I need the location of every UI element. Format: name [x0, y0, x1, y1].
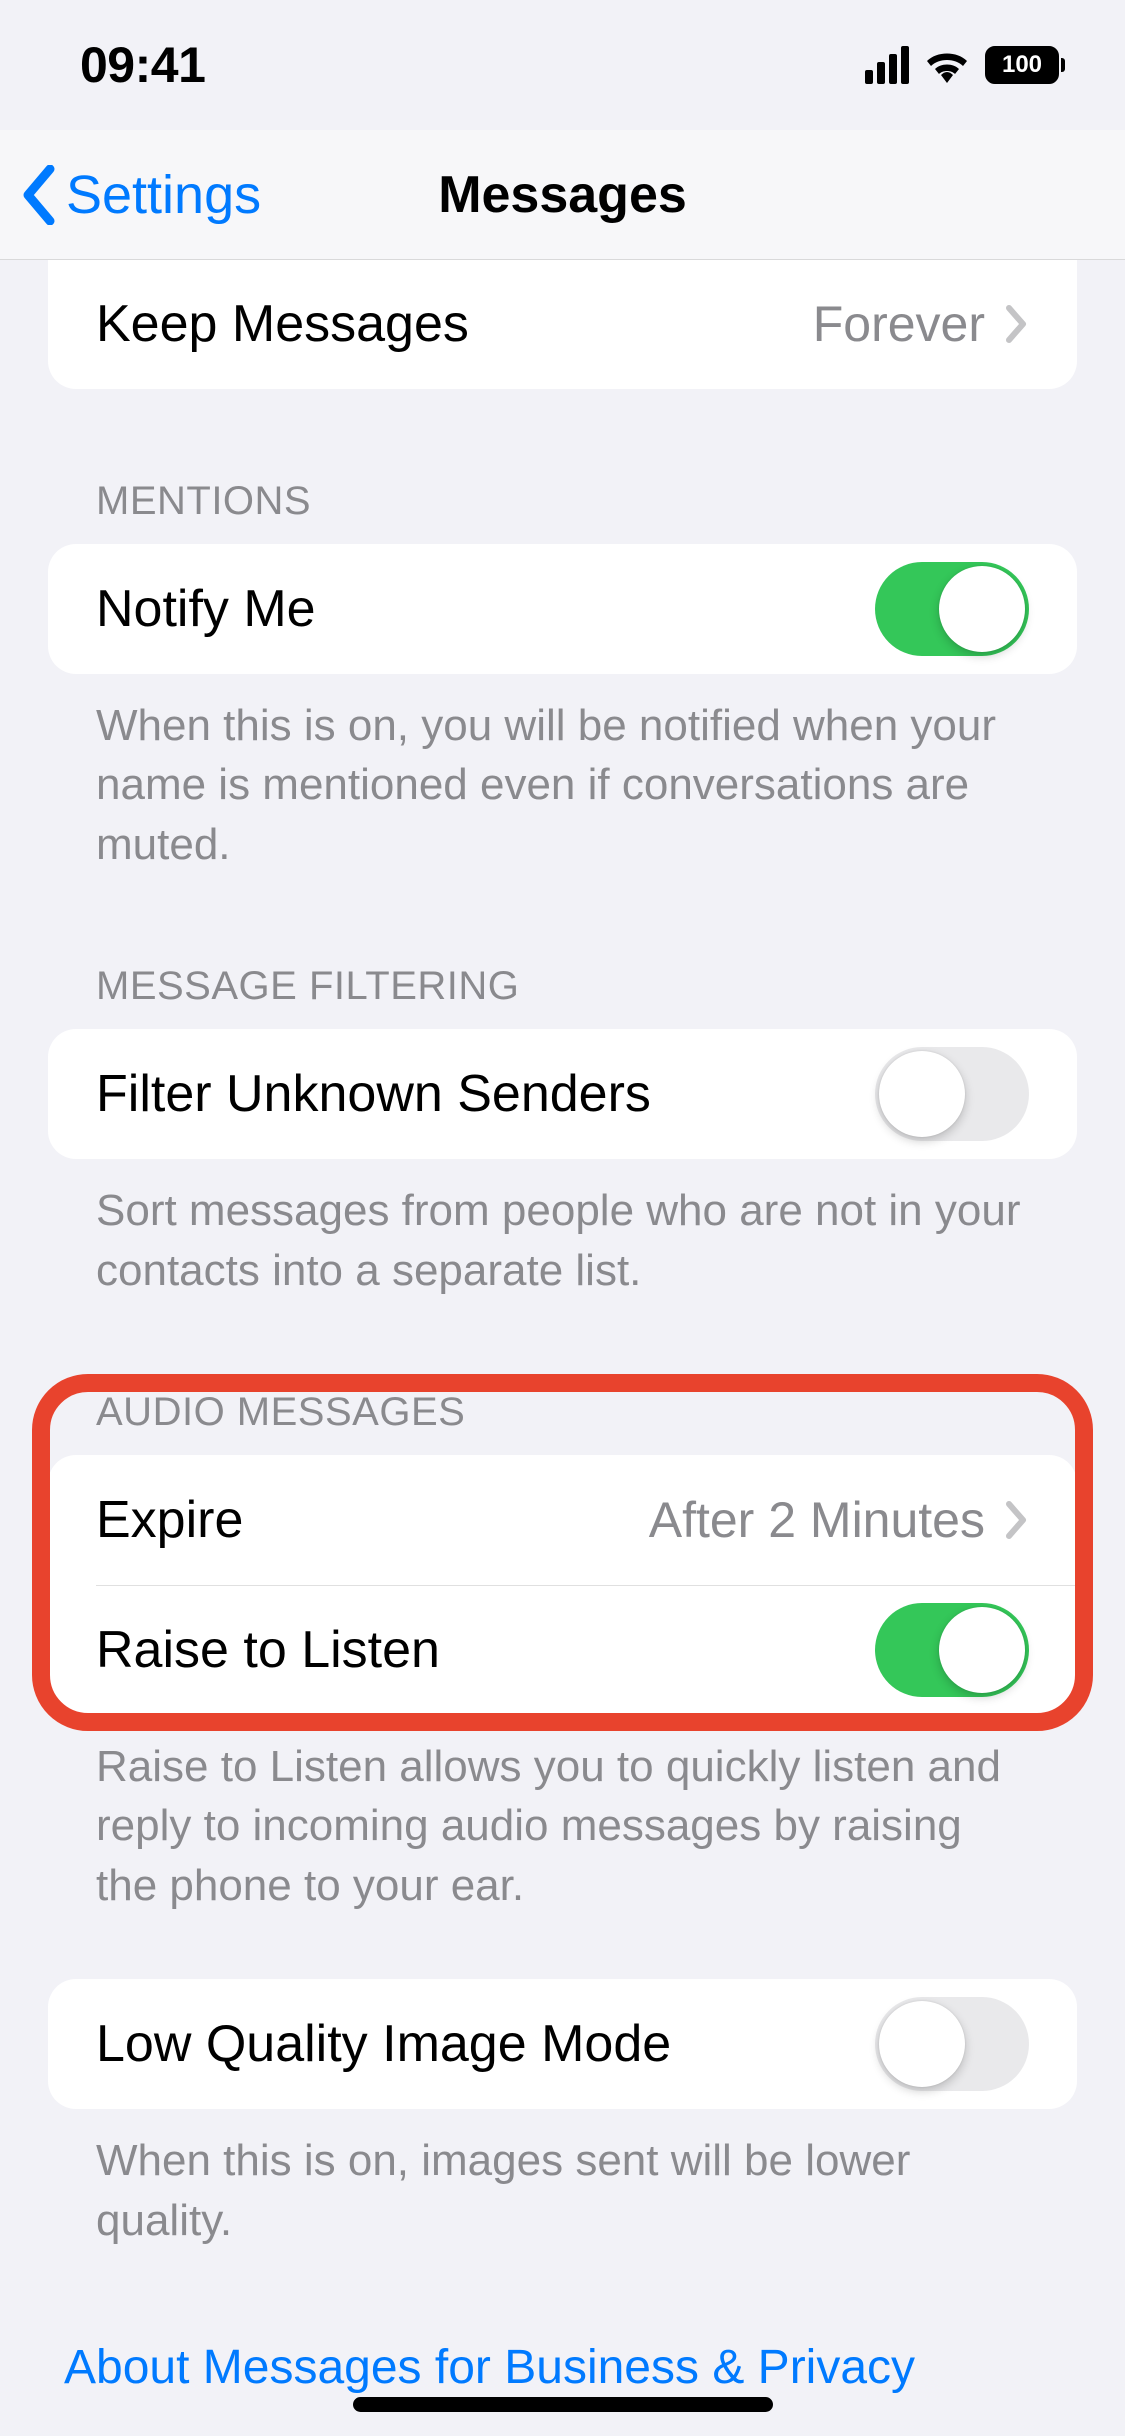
low-quality-footer: When this is on, images sent will be low…	[48, 2131, 1077, 2250]
filter-unknown-toggle[interactable]	[875, 1047, 1029, 1141]
filter-unknown-label: Filter Unknown Senders	[96, 1064, 651, 1124]
chevron-right-icon	[1005, 1500, 1029, 1540]
audio-header: AUDIO MESSAGES	[48, 1390, 1077, 1435]
navigation-bar: Settings Messages	[0, 130, 1125, 260]
chevron-right-icon	[1005, 304, 1029, 344]
filtering-header: MESSAGE FILTERING	[48, 964, 1077, 1009]
keep-messages-group: Keep Messages Forever	[48, 259, 1077, 389]
status-time: 09:41	[80, 36, 205, 94]
filtering-group: Filter Unknown Senders	[48, 1029, 1077, 1159]
expire-value: After 2 Minutes	[649, 1491, 985, 1549]
page-title: Messages	[438, 165, 687, 225]
home-indicator[interactable]	[353, 2397, 773, 2412]
wifi-icon	[923, 47, 971, 83]
chevron-left-icon	[20, 165, 56, 225]
filter-unknown-row[interactable]: Filter Unknown Senders	[48, 1029, 1077, 1159]
battery-level: 100	[1002, 51, 1042, 79]
audio-group: Expire After 2 Minutes Raise to Listen	[48, 1455, 1077, 1715]
raise-to-listen-label: Raise to Listen	[96, 1620, 440, 1680]
raise-to-listen-row[interactable]: Raise to Listen	[48, 1585, 1077, 1715]
filtering-footer: Sort messages from people who are not in…	[48, 1181, 1077, 1300]
battery-icon: 100	[985, 46, 1065, 84]
keep-messages-label: Keep Messages	[96, 294, 469, 354]
status-indicators: 100	[865, 46, 1065, 84]
keep-messages-value: Forever	[813, 295, 985, 353]
low-quality-row[interactable]: Low Quality Image Mode	[48, 1979, 1077, 2109]
low-quality-toggle[interactable]	[875, 1997, 1029, 2091]
expire-label: Expire	[96, 1490, 243, 1550]
mentions-group: Notify Me	[48, 544, 1077, 674]
notify-me-toggle[interactable]	[875, 562, 1029, 656]
status-bar: 09:41 100	[0, 0, 1125, 130]
keep-messages-row[interactable]: Keep Messages Forever	[48, 259, 1077, 389]
back-button[interactable]: Settings	[20, 164, 261, 226]
notify-me-row[interactable]: Notify Me	[48, 544, 1077, 674]
expire-row[interactable]: Expire After 2 Minutes	[48, 1455, 1077, 1585]
raise-to-listen-toggle[interactable]	[875, 1603, 1029, 1697]
audio-footer: Raise to Listen allows you to quickly li…	[48, 1737, 1077, 1915]
low-quality-label: Low Quality Image Mode	[96, 2014, 671, 2074]
mentions-header: MENTIONS	[48, 479, 1077, 524]
mentions-footer: When this is on, you will be notified wh…	[48, 696, 1077, 874]
cellular-signal-icon	[865, 46, 909, 84]
about-link[interactable]: About Messages for Business & Privacy	[48, 2340, 931, 2395]
notify-me-label: Notify Me	[96, 579, 316, 639]
back-label: Settings	[66, 164, 261, 226]
low-quality-group: Low Quality Image Mode	[48, 1979, 1077, 2109]
